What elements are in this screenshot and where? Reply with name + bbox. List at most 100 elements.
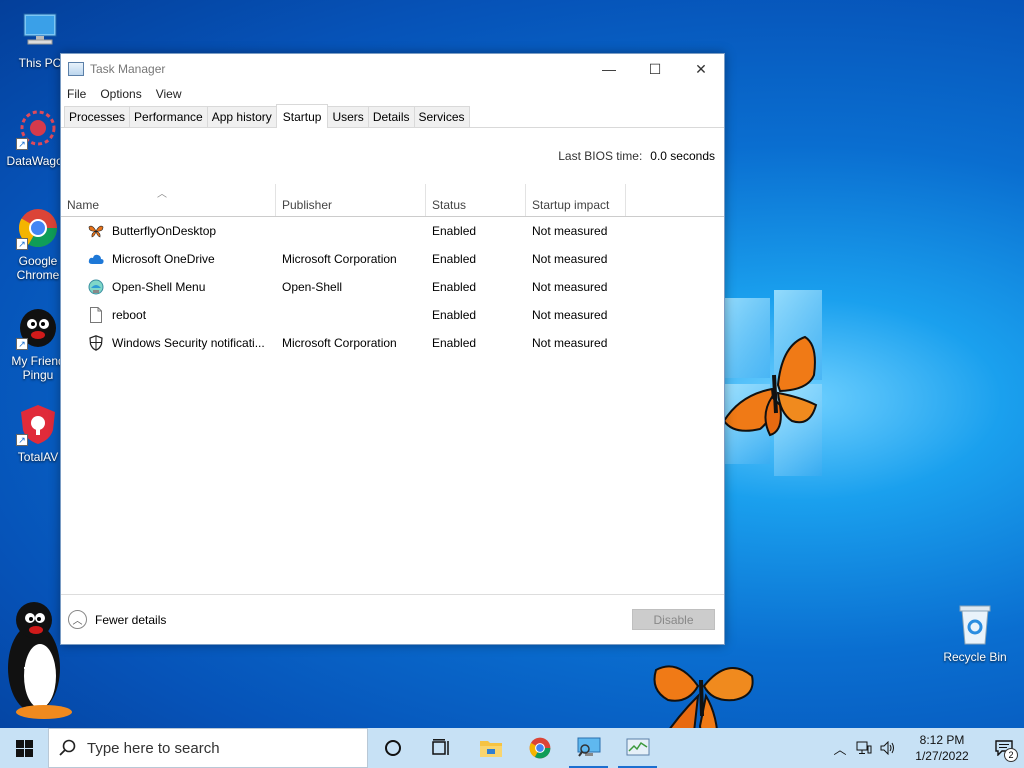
row-status: Enabled bbox=[432, 224, 477, 238]
cortana-circle-icon bbox=[384, 740, 401, 756]
search-placeholder: Type here to search bbox=[87, 739, 220, 757]
minimize-button[interactable]: — bbox=[586, 54, 632, 84]
desktop-icon-recycle-bin[interactable]: Recycle Bin bbox=[937, 602, 1013, 664]
menu-file[interactable]: File bbox=[67, 87, 86, 101]
taskbar-remote-app[interactable] bbox=[564, 728, 613, 768]
bios-time-value: 0.0 seconds bbox=[650, 149, 715, 163]
column-header-publisher[interactable]: Publisher bbox=[276, 184, 426, 216]
title-bar[interactable]: Task Manager — ☐ ✕ bbox=[61, 54, 724, 84]
volume-icon bbox=[880, 741, 894, 755]
chrome-icon bbox=[529, 737, 550, 759]
totalav-shield-icon: ↗ bbox=[16, 402, 60, 446]
taskbar-file-explorer[interactable] bbox=[466, 728, 515, 768]
tab-performance[interactable]: Performance bbox=[129, 106, 208, 127]
column-header-label: Name bbox=[67, 198, 100, 212]
taskbar: Type here to search ︿ 8:12 PM 1/27/2022 … bbox=[0, 728, 1024, 768]
butterfly-icon bbox=[720, 335, 824, 439]
tab-users[interactable]: Users bbox=[327, 106, 369, 127]
chrome-icon: ↗ bbox=[16, 206, 60, 250]
computer-icon bbox=[18, 8, 62, 52]
clock-time: 8:12 PM bbox=[919, 733, 965, 747]
table-row[interactable]: ButterflyOnDesktop Enabled Not measured bbox=[61, 217, 724, 245]
row-name: Microsoft OneDrive bbox=[112, 252, 215, 266]
task-manager-icon bbox=[626, 738, 649, 756]
recycle-bin-icon bbox=[953, 602, 997, 646]
column-header-status[interactable]: Status bbox=[426, 184, 526, 216]
column-header-label: Status bbox=[432, 198, 467, 212]
show-hidden-icons-button[interactable]: ︿ bbox=[828, 728, 852, 768]
tab-services[interactable]: Services bbox=[413, 106, 470, 127]
file-icon bbox=[88, 307, 104, 323]
window-title: Task Manager bbox=[90, 62, 166, 76]
maximize-button[interactable]: ☐ bbox=[632, 54, 678, 84]
row-publisher: Microsoft Corporation bbox=[282, 252, 397, 266]
table-row[interactable]: Open-Shell Menu Open-Shell Enabled Not m… bbox=[61, 273, 724, 301]
task-view-icon bbox=[431, 739, 449, 755]
tab-processes[interactable]: Processes bbox=[64, 106, 131, 127]
search-icon bbox=[59, 739, 76, 756]
disable-button[interactable]: Disable bbox=[632, 609, 715, 630]
row-impact: Not measured bbox=[532, 280, 608, 294]
row-status: Enabled bbox=[432, 308, 477, 322]
action-center-button[interactable]: 2 bbox=[984, 728, 1024, 768]
cortana-button[interactable] bbox=[368, 728, 417, 768]
row-name: reboot bbox=[112, 308, 147, 322]
fewer-details-button[interactable]: ︿ Fewer details bbox=[68, 610, 166, 629]
taskbar-task-manager[interactable] bbox=[613, 728, 662, 768]
row-status: Enabled bbox=[432, 336, 477, 350]
shortcut-arrow-icon: ↗ bbox=[16, 434, 28, 446]
task-view-button[interactable] bbox=[417, 728, 466, 768]
tab-details[interactable]: Details bbox=[367, 106, 415, 127]
row-impact: Not measured bbox=[532, 336, 608, 350]
shield-icon bbox=[88, 335, 104, 351]
task-manager-window[interactable]: Task Manager — ☐ ✕ File Options View Pro… bbox=[60, 53, 725, 645]
search-box[interactable]: Type here to search bbox=[48, 728, 368, 768]
column-header-name[interactable]: ︿ Name bbox=[61, 184, 276, 216]
menu-view[interactable]: View bbox=[156, 87, 182, 101]
table-row[interactable]: reboot Enabled Not measured bbox=[61, 301, 724, 329]
desktop-icon-label: Recycle Bin bbox=[943, 650, 1007, 664]
table-row[interactable]: Microsoft OneDrive Microsoft Corporation… bbox=[61, 245, 724, 273]
monitor-search-icon bbox=[577, 737, 600, 757]
footer-bar: ︿ Fewer details Disable bbox=[61, 594, 724, 644]
close-button[interactable]: ✕ bbox=[678, 54, 724, 84]
bios-time: Last BIOS time: 0.0 seconds bbox=[61, 128, 724, 184]
shortcut-arrow-icon: ↗ bbox=[16, 138, 28, 150]
task-manager-app-icon bbox=[68, 62, 84, 76]
minimize-icon: — bbox=[602, 61, 616, 77]
start-button[interactable] bbox=[0, 728, 48, 768]
cloud-icon bbox=[88, 251, 104, 267]
row-name: ButterflyOnDesktop bbox=[112, 224, 217, 238]
notification-count-badge: 2 bbox=[1004, 748, 1018, 762]
butterfly-icon bbox=[88, 223, 104, 239]
chevron-up-icon: ︿ bbox=[833, 741, 847, 757]
sort-ascending-icon: ︿ bbox=[157, 189, 167, 200]
clock[interactable]: 8:12 PM 1/27/2022 bbox=[906, 732, 978, 764]
column-header-startup-impact[interactable]: Startup impact bbox=[526, 184, 626, 216]
datawagon-icon: ↗ bbox=[16, 106, 60, 150]
column-header-label: Startup impact bbox=[532, 198, 610, 212]
column-header-row: ︿ Name Publisher Status Startup impact bbox=[61, 184, 724, 217]
system-tray: ︿ 8:12 PM 1/27/2022 2 bbox=[828, 728, 1024, 768]
maximize-icon: ☐ bbox=[648, 60, 662, 77]
menu-bar: File Options View bbox=[61, 84, 724, 104]
folder-icon bbox=[479, 741, 502, 757]
chevron-up-icon: ︿ bbox=[68, 610, 87, 629]
row-status: Enabled bbox=[432, 280, 477, 294]
network-button[interactable] bbox=[852, 728, 876, 768]
row-publisher: Open-Shell bbox=[282, 280, 343, 294]
row-impact: Not measured bbox=[532, 252, 608, 266]
menu-options[interactable]: Options bbox=[100, 87, 141, 101]
bios-time-label: Last BIOS time: bbox=[558, 149, 643, 163]
row-name: Open-Shell Menu bbox=[112, 280, 206, 294]
table-row[interactable]: Windows Security notificati... Microsoft… bbox=[61, 329, 724, 357]
tab-startup[interactable]: Startup bbox=[275, 104, 329, 128]
taskbar-chrome[interactable] bbox=[515, 728, 564, 768]
shortcut-arrow-icon: ↗ bbox=[16, 238, 28, 250]
tab-app-history[interactable]: App history bbox=[206, 106, 277, 127]
volume-button[interactable] bbox=[876, 728, 900, 768]
fewer-details-label: Fewer details bbox=[95, 612, 167, 627]
tab-strip: Processes Performance App history Startu… bbox=[61, 104, 724, 128]
penguin-icon: ↗ bbox=[16, 306, 60, 350]
row-name: Windows Security notificati... bbox=[112, 336, 265, 350]
